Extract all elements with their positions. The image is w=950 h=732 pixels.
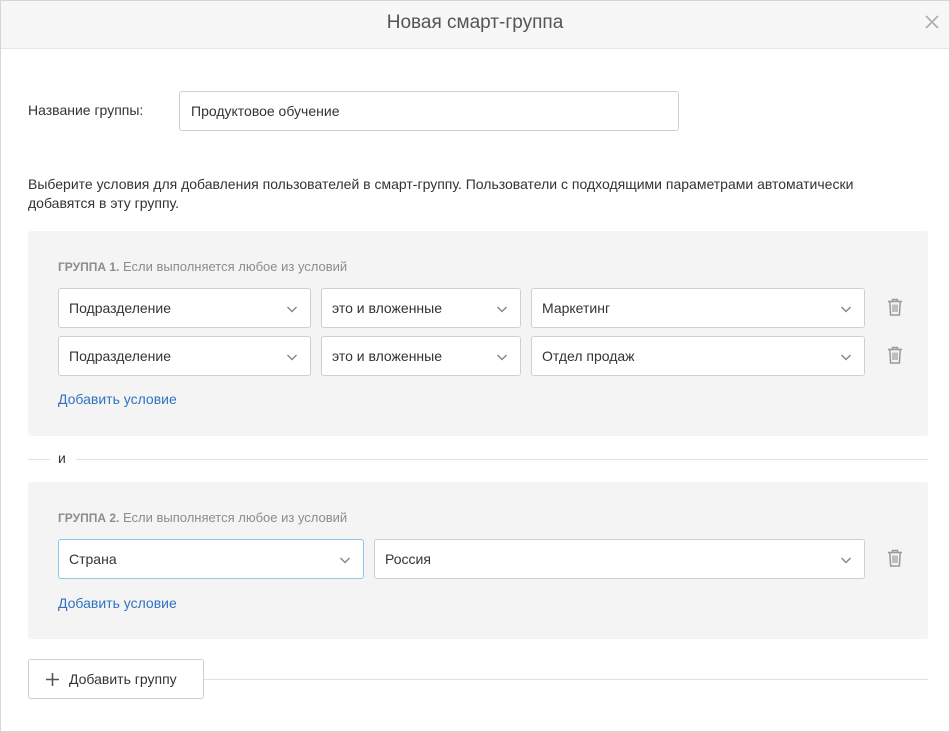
chevron-down-icon — [840, 557, 852, 564]
group-name-input[interactable] — [179, 91, 679, 131]
chevron-down-icon — [496, 306, 508, 313]
add-condition-link[interactable]: Добавить условие — [58, 391, 177, 407]
select-value: Подразделение — [69, 300, 172, 316]
condition-field-select[interactable]: Страна — [58, 539, 364, 579]
and-separator-line — [76, 459, 928, 460]
group-name-label: Название группы: — [28, 102, 144, 118]
add-group-label: Добавить группу — [69, 671, 177, 687]
select-value: Страна — [69, 551, 117, 567]
select-value: Подразделение — [69, 348, 172, 364]
condition-value-select[interactable]: Россия — [374, 539, 865, 579]
condition-operator-select[interactable]: это и вложенные — [321, 336, 521, 376]
select-value: это и вложенные — [332, 348, 443, 364]
chevron-down-icon — [840, 354, 852, 361]
condition-field-select[interactable]: Подразделение — [58, 336, 311, 376]
dialog-header: Новая смарт-группа — [1, 1, 949, 49]
add-condition-link[interactable]: Добавить условие — [58, 595, 177, 611]
select-value: Россия — [385, 551, 431, 567]
dialog-title: Новая смарт-группа — [386, 12, 564, 33]
condition-group-1: ГРУППА 1. Если выполняется любое из усло… — [28, 231, 928, 436]
conditions-description: Выберите условия для добавления пользова… — [28, 176, 854, 211]
chevron-down-icon — [286, 354, 298, 361]
chevron-down-icon — [286, 306, 298, 313]
condition-value-select[interactable]: Маркетинг — [531, 288, 865, 328]
select-value: Отдел продаж — [542, 348, 635, 364]
group-2-title: ГРУППА 2. Если выполняется любое из усло… — [58, 510, 348, 525]
plus-icon — [46, 673, 59, 686]
group-1-title: ГРУППА 1. Если выполняется любое из усло… — [58, 259, 348, 274]
close-icon[interactable] — [923, 13, 941, 31]
trash-icon[interactable] — [887, 346, 903, 364]
select-value: это и вложенные — [332, 300, 443, 316]
condition-value-select[interactable]: Отдел продаж — [531, 336, 865, 376]
chevron-down-icon — [339, 557, 351, 564]
condition-operator-select[interactable]: это и вложенные — [321, 288, 521, 328]
add-group-button[interactable]: Добавить группу — [28, 659, 204, 699]
condition-group-2: ГРУППА 2. Если выполняется любое из усло… — [28, 482, 928, 639]
smart-group-dialog: Новая смарт-группа Название группы: Выбе… — [0, 0, 950, 732]
and-separator-label: и — [58, 450, 66, 466]
chevron-down-icon — [496, 354, 508, 361]
chevron-down-icon — [840, 306, 852, 313]
select-value: Маркетинг — [542, 300, 611, 316]
add-group-divider — [204, 679, 928, 680]
trash-icon[interactable] — [887, 549, 903, 567]
condition-field-select[interactable]: Подразделение — [58, 288, 311, 328]
trash-icon[interactable] — [887, 298, 903, 316]
and-separator-line — [28, 459, 50, 460]
